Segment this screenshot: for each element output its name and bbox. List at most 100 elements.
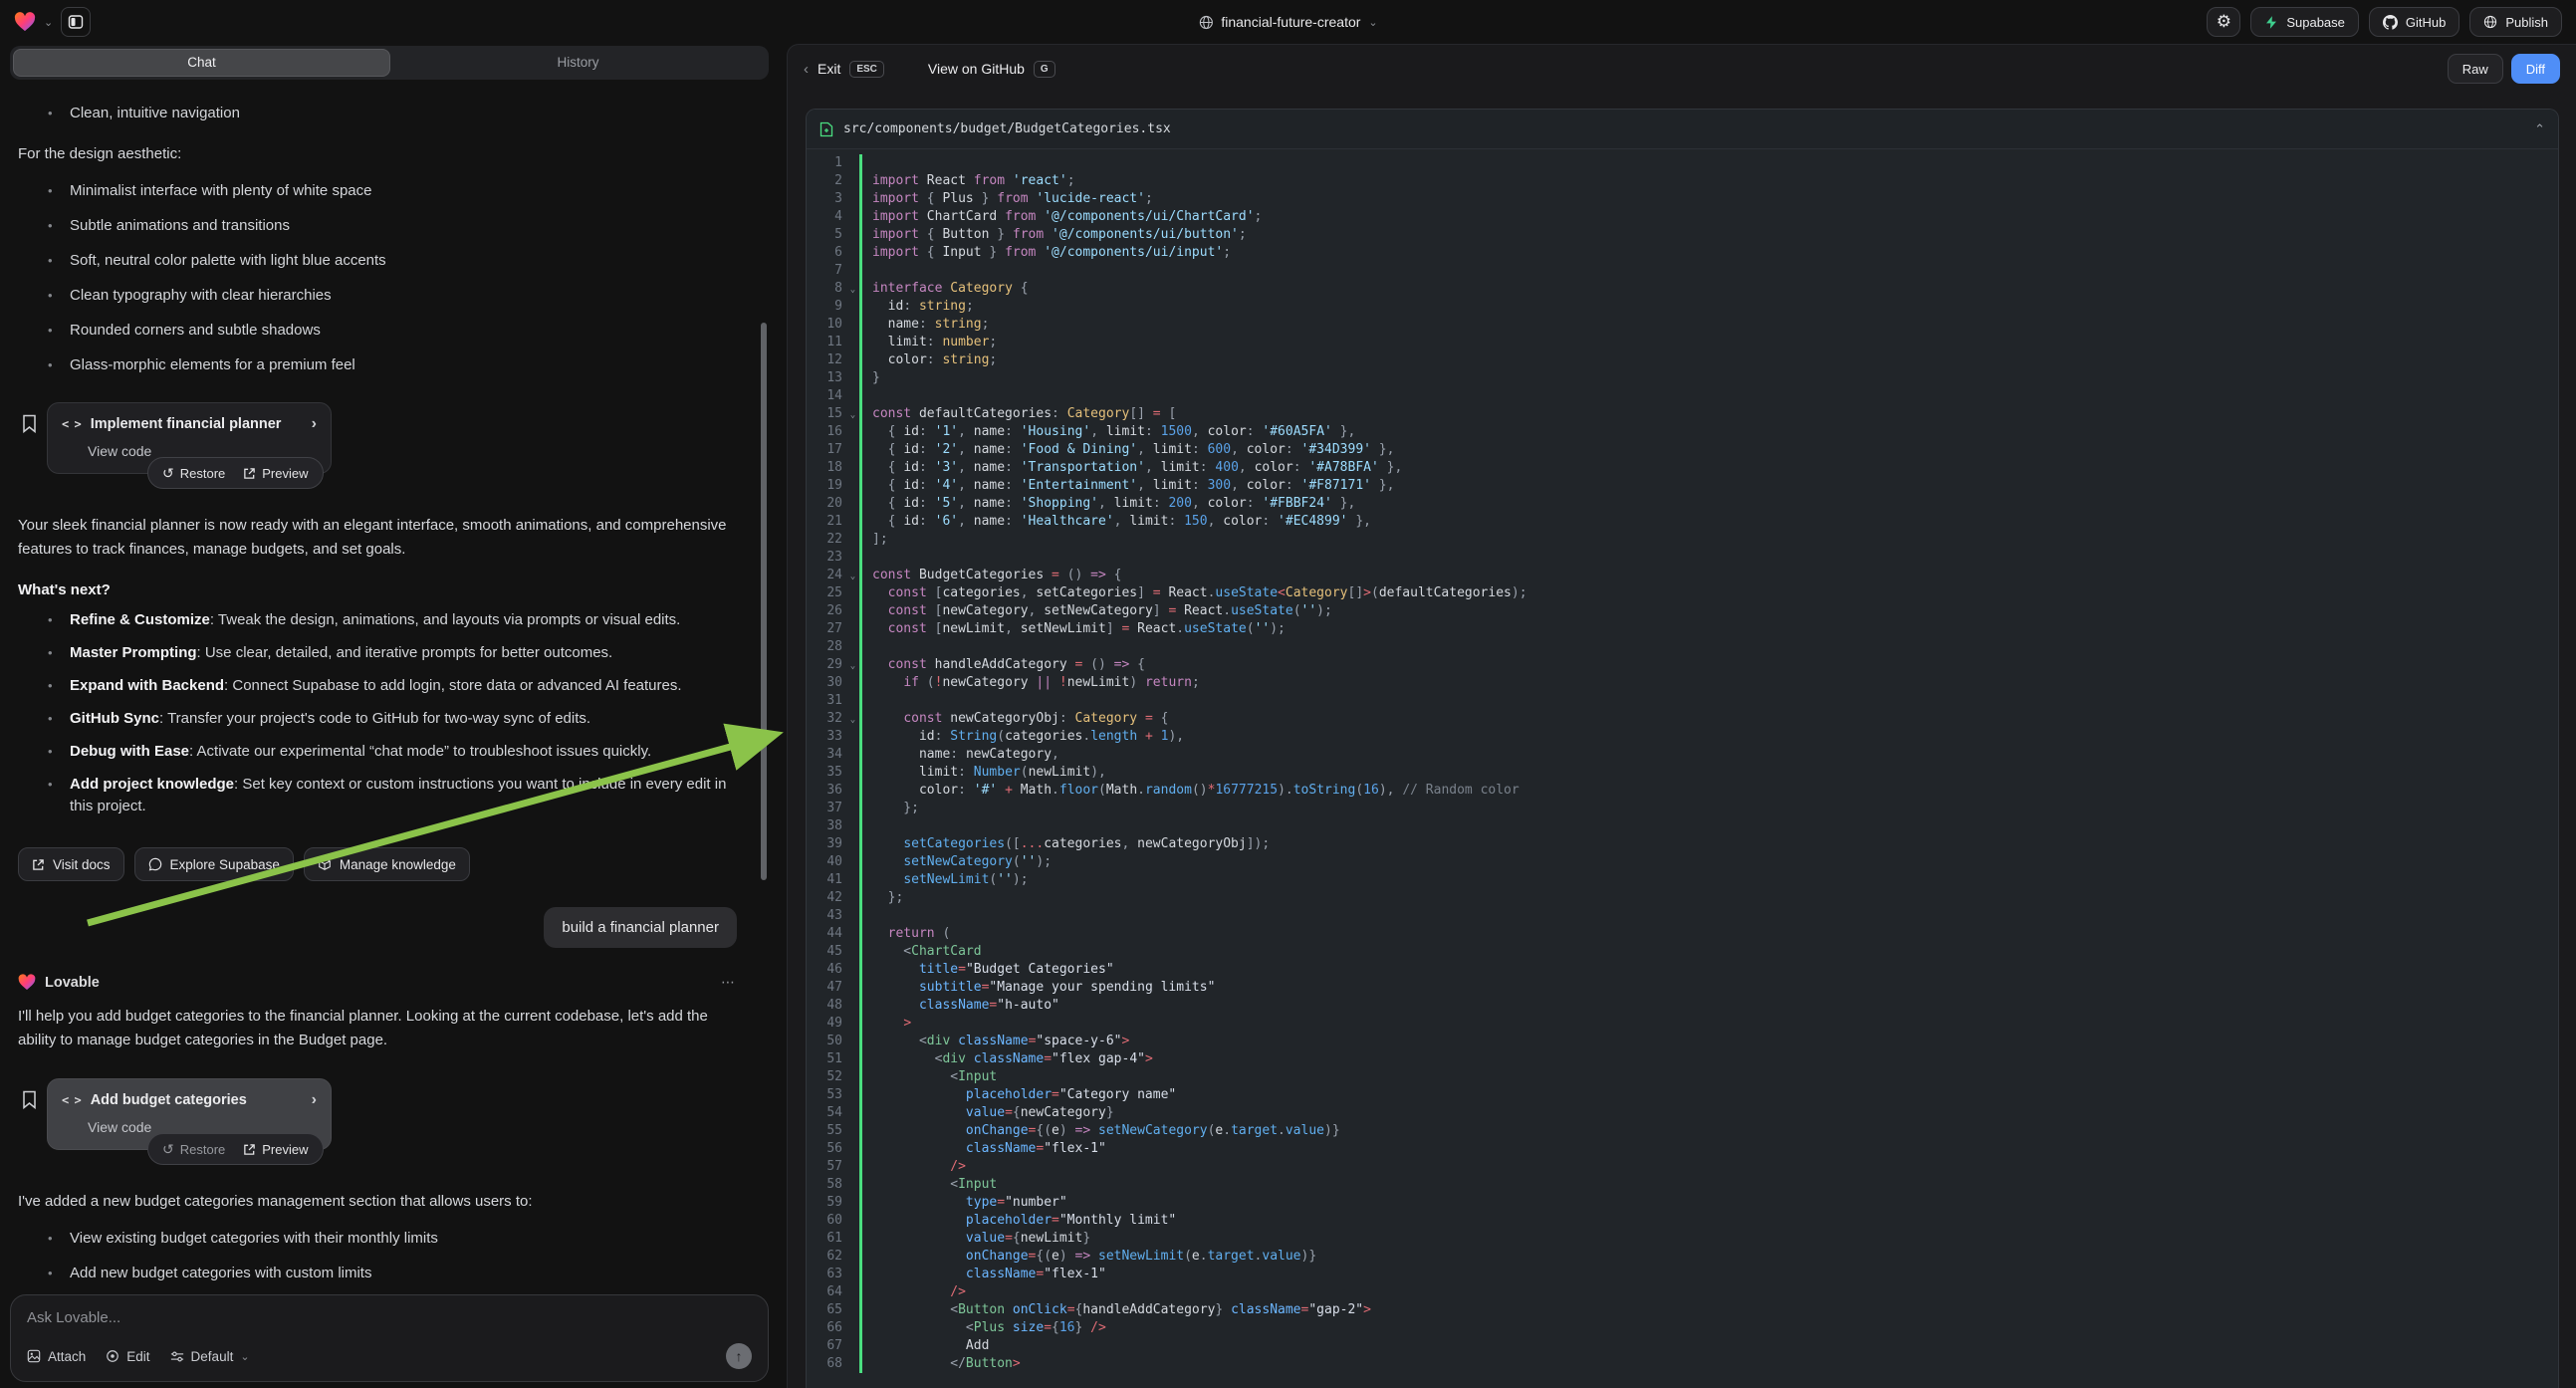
code-icon: < > [62,1093,81,1107]
view-on-github-button[interactable]: View on GitHub [928,61,1025,77]
edit-button[interactable]: Edit [106,1349,149,1364]
code-line: 30 if (!newCategory || !newLimit) return… [807,674,2558,692]
attach-button[interactable]: Attach [27,1349,86,1364]
code-line: 66 <Plus size={16} /> [807,1319,2558,1337]
assistant-header: Lovable ⋯ [18,974,747,991]
code-line: 16 { id: '1', name: 'Housing', limit: 15… [807,423,2558,441]
code-line: 63 className="flex-1" [807,1266,2558,1283]
code-line: 15⌄const defaultCategories: Category[] =… [807,405,2558,423]
github-icon [2383,15,2398,30]
help-paragraph: I'll help you add budget categories to t… [18,1005,747,1052]
exit-button[interactable]: Exit [818,61,840,77]
code-line: 47 subtitle="Manage your spending limits… [807,979,2558,997]
settings-button[interactable]: ⚙ [2207,7,2240,37]
publish-label: Publish [2505,15,2548,30]
arrow-up-icon: ↑ [736,1348,743,1364]
list-item: Add new budget categories with custom li… [18,1263,747,1284]
scrolled-bullet-list: Clean, intuitive navigation [18,103,747,124]
send-button[interactable]: ↑ [726,1343,752,1369]
restore-icon: ↺ [162,465,174,482]
code-line: 17 { id: '2', name: 'Food & Dining', lim… [807,441,2558,459]
tool-card-add-budget-categories: < > Add budget categories › View code ↺R… [22,1078,747,1150]
diff-toggle-button[interactable]: Diff [2511,54,2560,84]
code-line: 29⌄ const handleAddCategory = () => { [807,656,2558,674]
code-line: 12 color: string; [807,351,2558,369]
code-line: 43 [807,907,2558,925]
chevron-right-icon[interactable]: › [312,415,317,433]
lovable-logo-heart-icon[interactable] [14,12,36,32]
code-line: 51 <div className="flex gap-4"> [807,1050,2558,1068]
code-line: 2import React from 'react'; [807,172,2558,190]
globe-icon [1198,15,1213,30]
chat-messages[interactable]: Clean, intuitive navigation For the desi… [10,86,769,1286]
sidebar-panel-icon [68,14,84,30]
preview-button[interactable]: Preview [243,466,308,481]
code-line: 9 id: string; [807,298,2558,316]
chevron-right-icon[interactable]: › [312,1091,317,1109]
tab-chat[interactable]: Chat [13,49,390,77]
restore-button[interactable]: ↺Restore [162,465,225,482]
external-link-icon [32,858,45,871]
composer[interactable]: Ask Lovable... Attach Edit Default ⌄ ↑ [10,1294,769,1382]
bookmark-icon[interactable] [22,414,37,433]
logo-chevron-down-icon[interactable]: ⌄ [44,16,53,29]
preview-button[interactable]: Preview [243,1142,308,1157]
code-line: 67 Add [807,1337,2558,1355]
image-icon [27,1349,41,1363]
esc-key-badge: ESC [849,61,884,78]
lovable-heart-icon [18,974,36,991]
code-line: 55 onChange={(e) => setNewCategory(e.tar… [807,1122,2558,1140]
version-card[interactable]: < > Implement financial planner › View c… [47,402,332,474]
version-card[interactable]: < > Add budget categories › View code ↺R… [47,1078,332,1150]
file-path: src/components/budget/BudgetCategories.t… [843,121,1171,136]
code-line: 23 [807,549,2558,567]
composer-input[interactable]: Ask Lovable... [27,1309,752,1326]
target-icon [106,1349,119,1363]
supabase-label: Supabase [2286,15,2345,30]
code-editor[interactable]: 12import React from 'react';3import { Pl… [807,149,2558,1373]
tab-history[interactable]: History [390,49,766,77]
code-line: 46 title="Budget Categories" [807,961,2558,979]
restore-preview-pill: ↺Restore Preview [147,1133,324,1165]
file-header[interactable]: src/components/budget/BudgetCategories.t… [807,110,2558,149]
code-line: 7 [807,262,2558,280]
code-line: 58 <Input [807,1176,2558,1194]
supabase-button[interactable]: Supabase [2250,7,2359,37]
github-label: GitHub [2406,15,2446,30]
list-item: Rounded corners and subtle shadows [18,320,747,342]
toggle-sidebar-button[interactable] [61,7,91,37]
collapse-file-button[interactable]: ⌃ [2534,121,2545,137]
code-line: 52 <Input [807,1068,2558,1086]
bookmark-icon[interactable] [22,1090,37,1109]
code-line: 60 placeholder="Monthly limit" [807,1212,2558,1230]
added-bullet-list: View existing budget categories with the… [18,1228,747,1286]
github-button[interactable]: GitHub [2369,7,2459,37]
chat-scrollbar[interactable] [761,323,767,880]
code-line: 41 setNewLimit(''); [807,871,2558,889]
restore-preview-pill: ↺Restore Preview [147,457,324,489]
list-item: Add project knowledge: Set key context o… [18,774,747,817]
design-bullet-list: Minimalist interface with plenty of whit… [18,180,747,376]
raw-toggle-button[interactable]: Raw [2448,54,2503,84]
next-steps-list: Refine & Customize: Tweak the design, an… [18,609,747,817]
visit-docs-button[interactable]: Visit docs [18,847,124,881]
list-item: Master Prompting: Use clear, detailed, a… [18,642,747,664]
g-key-badge: G [1034,61,1055,78]
restore-button[interactable]: ↺Restore [162,1141,225,1158]
code-line: 4import ChartCard from '@/components/ui/… [807,208,2558,226]
supabase-bolt-icon [2264,15,2278,30]
code-line: 45 <ChartCard [807,943,2558,961]
mode-selector[interactable]: Default ⌄ [170,1349,250,1364]
code-line: 56 className="flex-1" [807,1140,2558,1158]
manage-knowledge-button[interactable]: Manage knowledge [304,847,470,881]
code-line: 34 name: newCategory, [807,746,2558,764]
assistant-name: Lovable [45,975,100,991]
publish-button[interactable]: Publish [2469,7,2562,37]
explore-supabase-button[interactable]: Explore Supabase [134,847,294,881]
user-message: build a financial planner [544,907,737,948]
code-line: 68 </Button> [807,1355,2558,1373]
external-link-icon [243,467,256,480]
project-switcher[interactable]: financial-future-creator ⌄ [1198,14,1377,30]
code-line: 61 value={newLimit} [807,1230,2558,1248]
message-more-button[interactable]: ⋯ [721,974,737,991]
